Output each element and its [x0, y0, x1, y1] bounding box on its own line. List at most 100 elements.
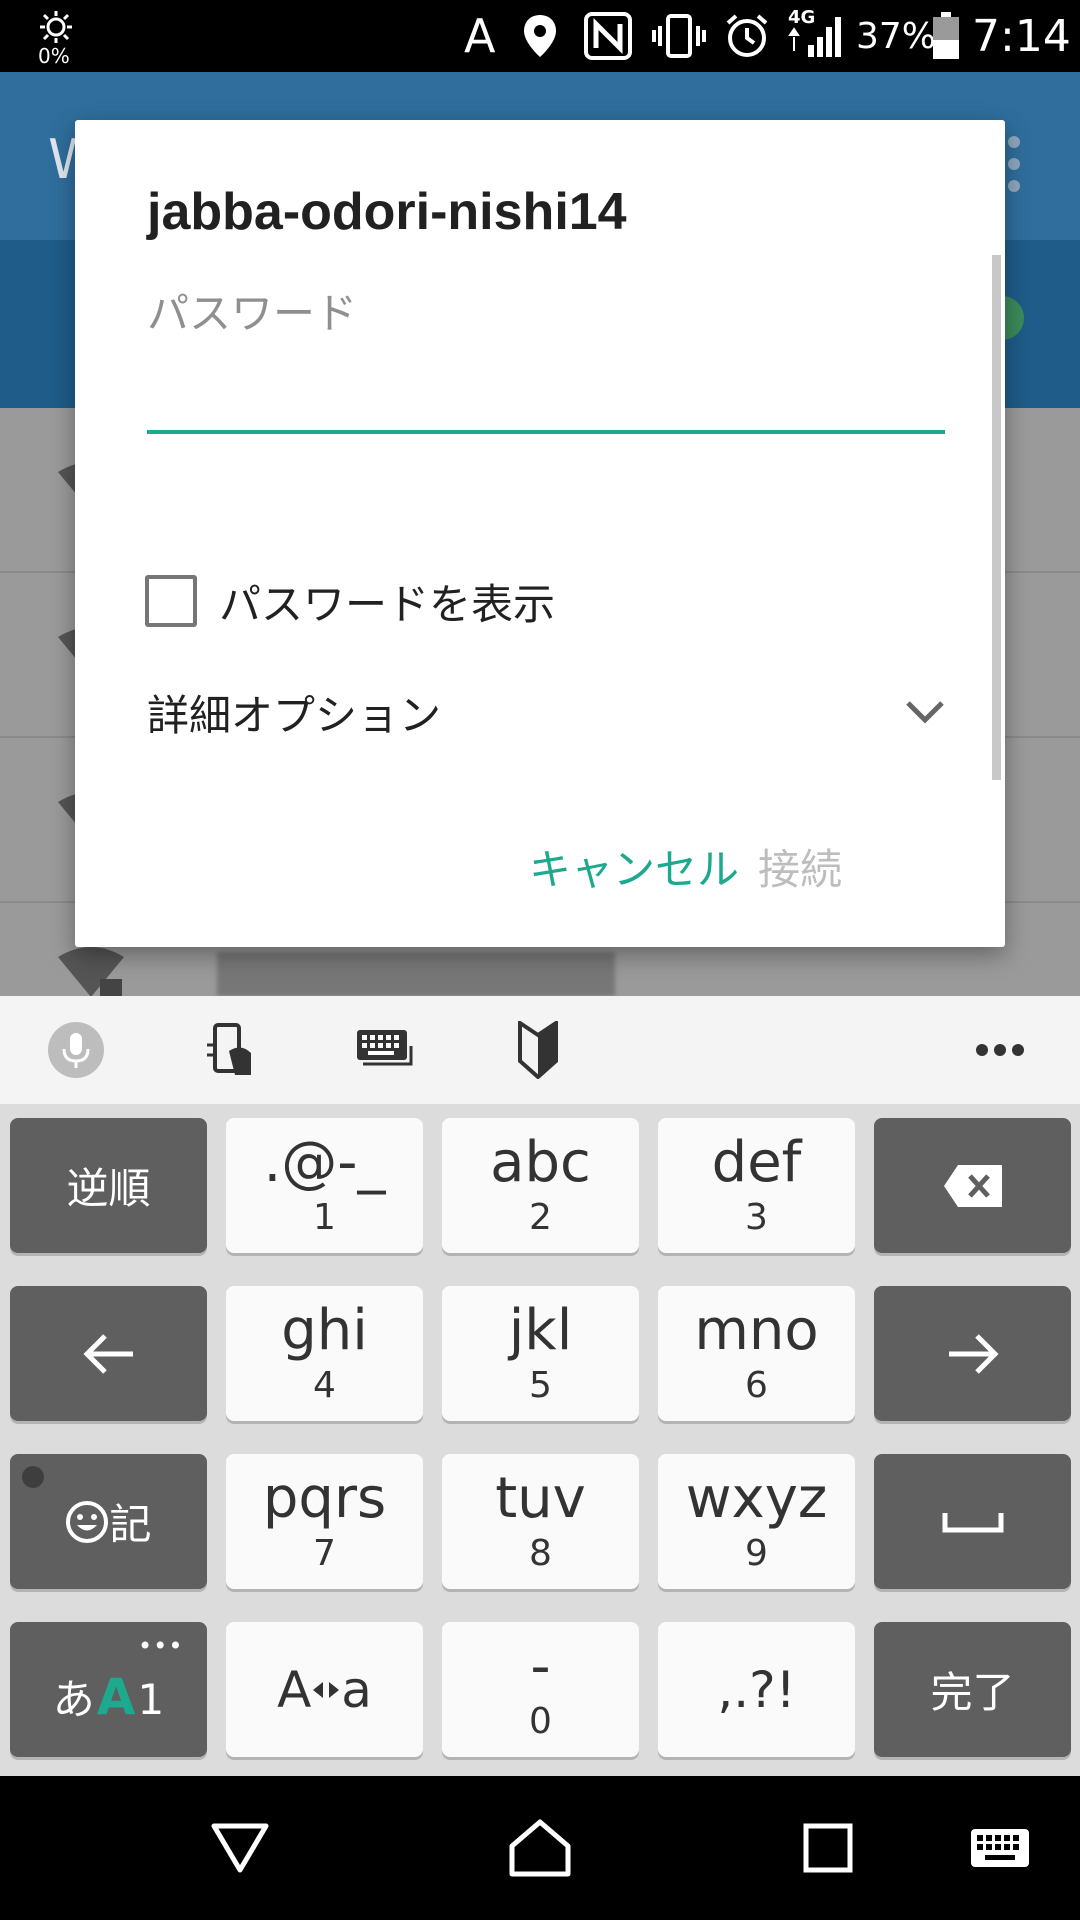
key-2[interactable]: abc 2 — [442, 1118, 639, 1253]
show-password-row[interactable]: パスワードを表示 — [145, 573, 555, 629]
arrow-left-icon — [82, 1333, 133, 1374]
home-icon — [509, 1819, 571, 1877]
key-1[interactable]: .@-_ 1 — [226, 1118, 423, 1253]
signal-indicator: 4G — [786, 0, 846, 72]
indicator-dot — [22, 1466, 44, 1488]
more-button[interactable] — [968, 1018, 1032, 1082]
mic-button[interactable] — [44, 1018, 108, 1082]
battery-icon — [932, 0, 960, 72]
swap-arrows-icon — [313, 1681, 340, 1698]
key-3-number: 3 — [745, 1196, 768, 1238]
key-1-letters: .@-_ — [263, 1129, 386, 1195]
key-8[interactable]: tuv 8 — [442, 1454, 639, 1589]
done-key-label: 完了 — [930, 1668, 1015, 1717]
recents-button[interactable] — [768, 1776, 888, 1920]
key-1-number: 1 — [313, 1196, 336, 1238]
dialog-title: jabba-odori-nishi14 — [147, 183, 627, 241]
case-lower: a — [341, 1660, 372, 1719]
space-icon — [942, 1512, 1003, 1532]
advanced-options-row[interactable]: 詳細オプション — [147, 680, 945, 744]
show-password-checkbox[interactable] — [145, 575, 197, 627]
key-4[interactable]: ghi 4 — [226, 1286, 423, 1421]
key-8-number: 8 — [529, 1532, 552, 1574]
connect-button[interactable]: 接続 — [758, 836, 842, 897]
beginner-mark-icon — [518, 1021, 558, 1079]
key-2-number: 2 — [529, 1196, 552, 1238]
key-3[interactable]: def 3 — [658, 1118, 855, 1253]
password-label: パスワード — [147, 289, 358, 338]
location-icon — [522, 0, 558, 72]
wifi-lock-icon — [58, 947, 124, 996]
mode-number: 1 — [137, 1675, 165, 1724]
key-5-number: 5 — [529, 1364, 552, 1406]
cancel-button[interactable]: キャンセル — [529, 836, 739, 897]
smiley-icon — [66, 1500, 109, 1543]
case-toggle-key[interactable]: A a — [226, 1622, 423, 1757]
beginner-mode-button[interactable] — [506, 1018, 570, 1082]
phone-hand-icon — [207, 1023, 251, 1075]
more-icon — [976, 1044, 1024, 1056]
key-9[interactable]: wxyz 9 — [658, 1454, 855, 1589]
reverse-key-label: 逆順 — [66, 1164, 151, 1213]
back-button[interactable] — [180, 1776, 300, 1920]
home-button[interactable] — [480, 1776, 600, 1920]
key-5[interactable]: jkl 5 — [442, 1286, 639, 1421]
key-0-number: 0 — [529, 1700, 552, 1742]
mic-icon — [48, 1022, 104, 1078]
brightness-percent: 0% — [38, 44, 70, 68]
keyboard-toolbar — [0, 996, 1080, 1104]
key-0[interactable]: - 0 — [442, 1622, 639, 1757]
back-icon — [211, 1823, 269, 1873]
key-6-letters: mno — [694, 1297, 819, 1363]
key-6[interactable]: mno 6 — [658, 1286, 855, 1421]
one-hand-button[interactable] — [198, 1018, 262, 1082]
navigation-bar — [0, 1776, 1080, 1920]
wifi-password-dialog: jabba-odori-nishi14 パスワード パスワードを表示 詳細オプシ… — [75, 120, 1005, 947]
advanced-options-label: 詳細オプション — [147, 690, 442, 740]
key-3-letters: def — [711, 1129, 802, 1195]
key-0-symbol: - — [530, 1633, 551, 1699]
key-7[interactable]: pqrs 7 — [226, 1454, 423, 1589]
keyboard-switch-button[interactable] — [940, 1776, 1060, 1920]
key-9-letters: wxyz — [685, 1465, 828, 1531]
mode-hiragana: あ — [52, 1675, 95, 1724]
key-4-number: 4 — [313, 1364, 336, 1406]
key-7-number: 7 — [313, 1532, 336, 1574]
case-upper: A — [277, 1660, 312, 1719]
key-2-letters: abc — [490, 1129, 591, 1195]
space-key[interactable] — [874, 1454, 1071, 1589]
keyboard-switch-icon — [971, 1829, 1029, 1867]
cursor-left-key[interactable] — [10, 1286, 207, 1421]
signal-icon — [788, 17, 841, 57]
punctuation-key[interactable]: ,.?! — [658, 1622, 855, 1757]
password-input[interactable] — [147, 334, 945, 434]
reverse-key[interactable]: 逆順 — [10, 1118, 207, 1253]
redacted-network-name — [217, 952, 615, 996]
mode-more-dots: ••• — [138, 1632, 184, 1660]
alarm-icon — [724, 0, 770, 72]
punctuation-key-label: ,.?! — [717, 1660, 796, 1719]
chevron-down-icon — [906, 701, 944, 724]
backspace-key[interactable] — [874, 1118, 1071, 1253]
input-mode-key[interactable]: ••• あ A 1 — [10, 1622, 207, 1757]
key-9-number: 9 — [745, 1532, 768, 1574]
keyboard-icon — [357, 1030, 413, 1066]
arrow-right-icon — [948, 1333, 999, 1374]
show-password-label: パスワードを表示 — [219, 579, 556, 629]
key-8-letters: tuv — [495, 1465, 586, 1531]
overflow-menu-icon — [1008, 136, 1020, 192]
done-key[interactable]: 完了 — [874, 1622, 1071, 1757]
battery-percent: 37% — [856, 15, 937, 57]
dialog-scrollbar[interactable] — [992, 255, 1001, 780]
brightness-indicator: 0% — [36, 0, 76, 72]
mode-alphabet: A — [96, 1668, 136, 1726]
recents-icon — [803, 1823, 853, 1873]
emoji-symbol-key[interactable]: 記 — [10, 1454, 207, 1589]
brightness-icon — [40, 11, 72, 43]
cursor-right-key[interactable] — [874, 1286, 1071, 1421]
key-5-letters: jkl — [508, 1297, 573, 1363]
backspace-icon — [943, 1164, 1002, 1207]
vibrate-icon — [652, 0, 706, 72]
key-7-letters: pqrs — [262, 1465, 387, 1531]
keyboard-layout-button[interactable] — [352, 1018, 416, 1082]
